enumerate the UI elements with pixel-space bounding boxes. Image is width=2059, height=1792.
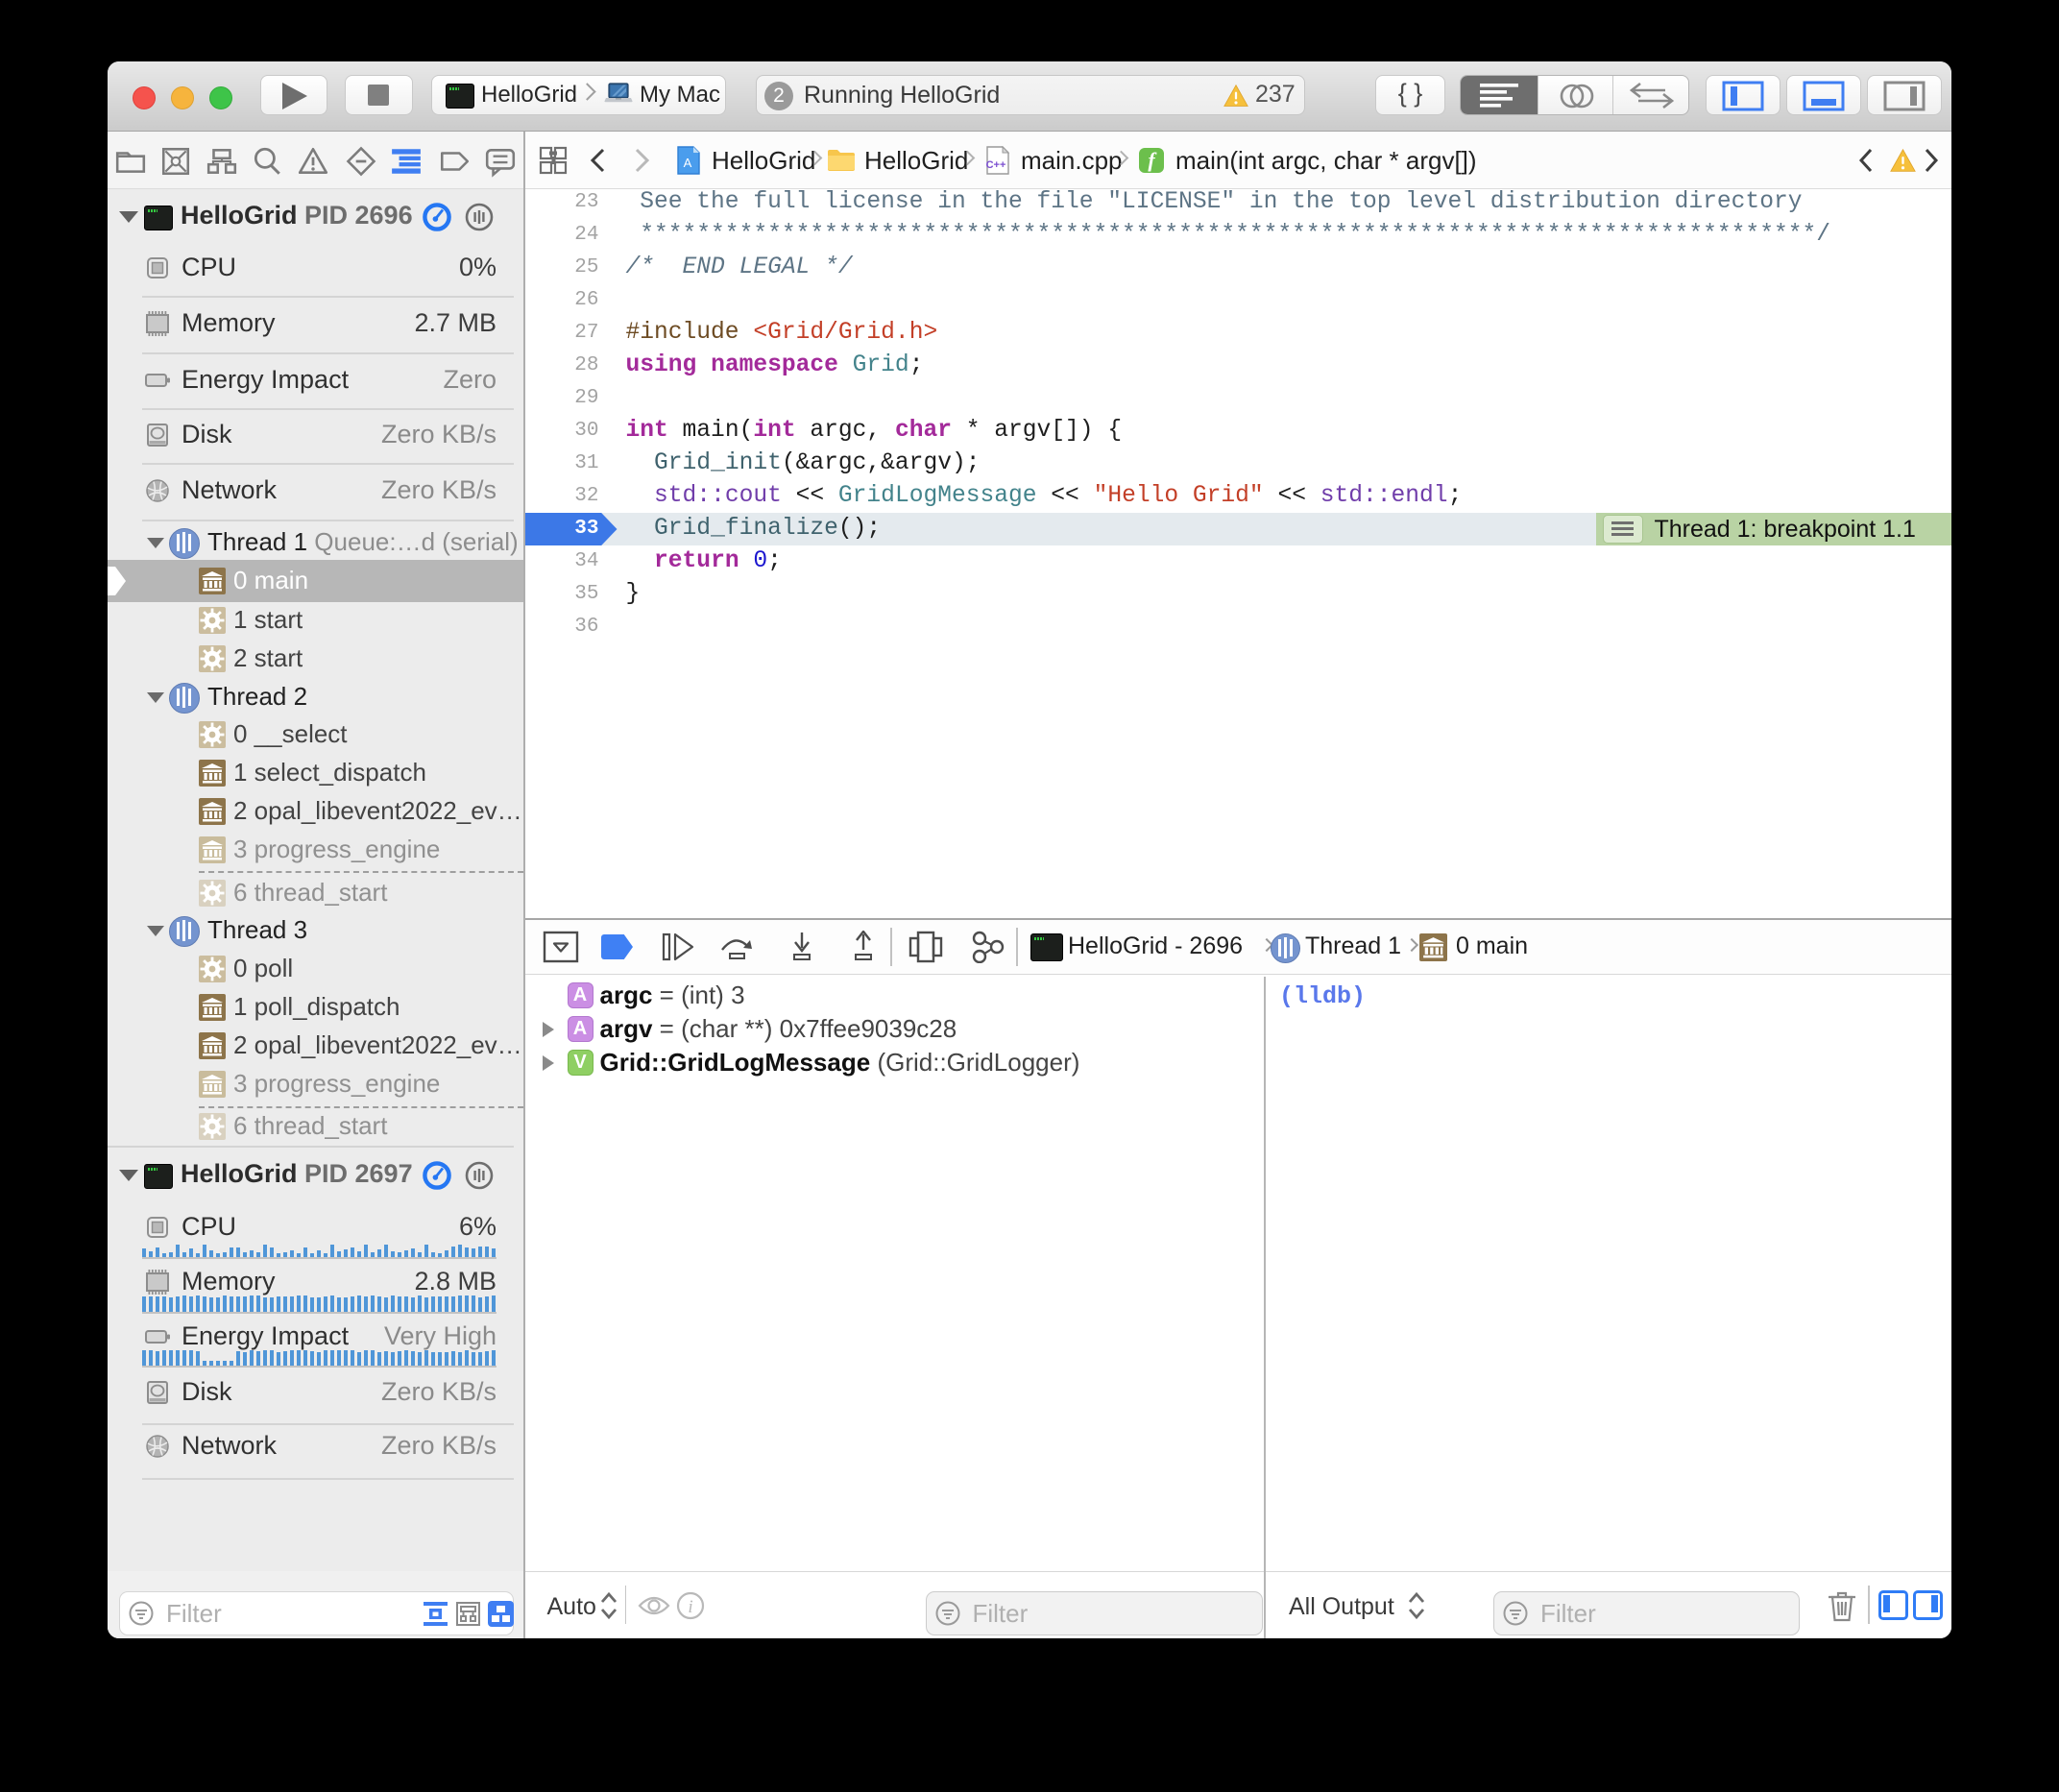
svg-text:A: A bbox=[684, 156, 692, 170]
svg-text:i: i bbox=[688, 1597, 692, 1617]
svg-text:C++: C++ bbox=[986, 159, 1006, 171]
